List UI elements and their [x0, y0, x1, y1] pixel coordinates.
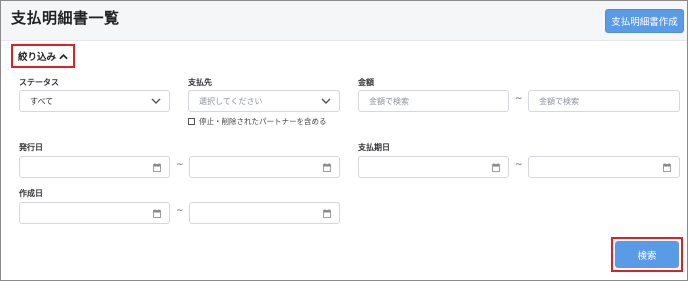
page-title: 支払明細書一覧: [11, 9, 120, 27]
calendar-icon[interactable]: [153, 209, 161, 218]
payee-placeholder: 選択してください: [199, 96, 263, 106]
status-label: ステータス: [19, 78, 59, 87]
filter-toggle[interactable]: 絞り込み: [11, 44, 75, 68]
amount-to-input[interactable]: 金額で検索: [528, 90, 680, 112]
amount-from-input[interactable]: 金額で検索: [358, 90, 509, 112]
payment-date-to-input[interactable]: [528, 156, 680, 178]
created-date-range-separator: ~: [176, 206, 184, 216]
create-statement-button[interactable]: 支払明細書作成: [605, 9, 684, 33]
calendar-icon[interactable]: [153, 163, 161, 172]
calendar-icon[interactable]: [323, 209, 331, 218]
search-button[interactable]: 検索: [615, 241, 679, 268]
payee-label: 支払先: [188, 78, 212, 87]
search-button-highlight: 検索: [611, 237, 683, 272]
created-date-from-input[interactable]: [19, 202, 170, 224]
payment-date-label: 支払期日: [358, 143, 390, 152]
calendar-icon[interactable]: [663, 163, 671, 172]
payment-date-range-separator: ~: [515, 160, 523, 170]
issue-date-label: 発行日: [19, 143, 43, 152]
issue-date-to-input[interactable]: [189, 156, 340, 178]
page-frame: [0, 0, 688, 281]
created-date-to-input[interactable]: [189, 202, 340, 224]
status-select[interactable]: すべて: [19, 90, 170, 112]
amount-to-placeholder: 金額で検索: [539, 96, 579, 106]
calendar-icon[interactable]: [492, 163, 500, 172]
issue-date-from-input[interactable]: [19, 156, 170, 178]
include-stopped-partners[interactable]: 停止・削除されたパートナーを含める: [188, 116, 327, 127]
page-header: 支払明細書一覧 支払明細書作成: [1, 1, 687, 41]
chevron-up-icon: [59, 53, 68, 59]
amount-from-placeholder: 金額で検索: [369, 96, 409, 106]
payment-date-from-input[interactable]: [358, 156, 509, 178]
include-stopped-checkbox[interactable]: [188, 118, 195, 125]
created-date-label: 作成日: [19, 189, 43, 198]
include-stopped-label: 停止・削除されたパートナーを含める: [199, 117, 327, 126]
status-value: すべて: [30, 96, 54, 106]
payee-select[interactable]: 選択してください: [188, 90, 340, 112]
chevron-down-icon: [321, 98, 331, 104]
calendar-icon[interactable]: [323, 163, 331, 172]
chevron-down-icon: [151, 98, 161, 104]
amount-label: 金額: [358, 78, 374, 87]
filter-toggle-label: 絞り込み: [17, 52, 56, 63]
amount-range-separator: ~: [515, 94, 523, 104]
issue-date-range-separator: ~: [176, 160, 184, 170]
